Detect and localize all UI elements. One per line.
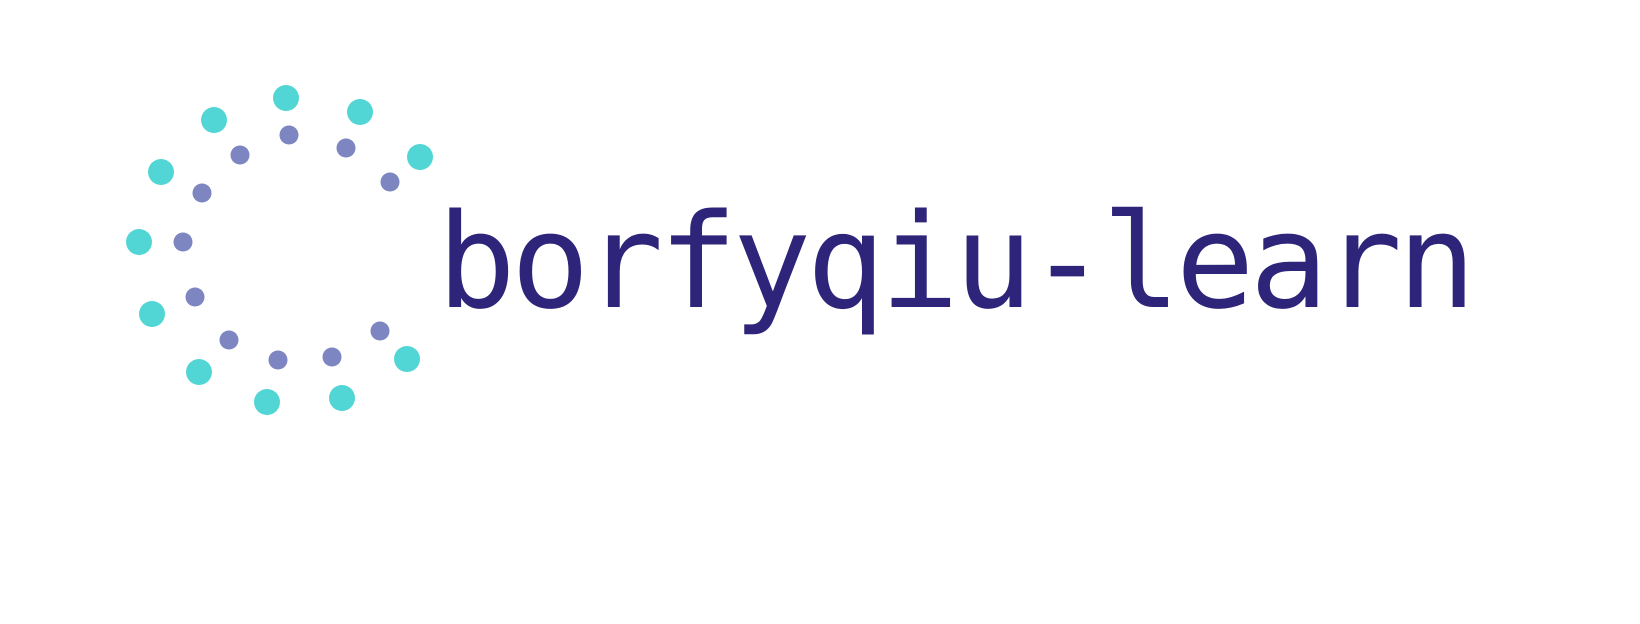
logo-outer-dot [139,301,165,327]
logo-outer-dot [148,159,174,185]
logo-outer-dot [126,229,152,255]
logo-inner-dot [322,347,342,367]
logo-inner-dot [173,232,193,252]
logo-outer-dot [394,346,420,372]
logo-inner-dot [279,125,299,145]
logo-inner-dot [370,321,390,341]
logo-outer-dot [201,107,227,133]
brand-name: borfyqiu-learn [437,185,1476,338]
logo-banner: borfyqiu-learn [0,0,1640,624]
logo-outer-dot [273,85,299,111]
logo-outer-dot [254,389,280,415]
logo-inner-dot [219,330,239,350]
logo-inner-dot [192,183,212,203]
dotted-circle-logo-icon [126,85,433,415]
logo-outer-dot [347,99,373,125]
logo-outer-dot [329,385,355,411]
logo-inner-dot [185,287,205,307]
logo-inner-dot [380,172,400,192]
logo-outer-dot [186,359,212,385]
logo-inner-dot [230,145,250,165]
logo-inner-dot [336,138,356,158]
logo-inner-dot [268,350,288,370]
logo-outer-dot [407,144,433,170]
